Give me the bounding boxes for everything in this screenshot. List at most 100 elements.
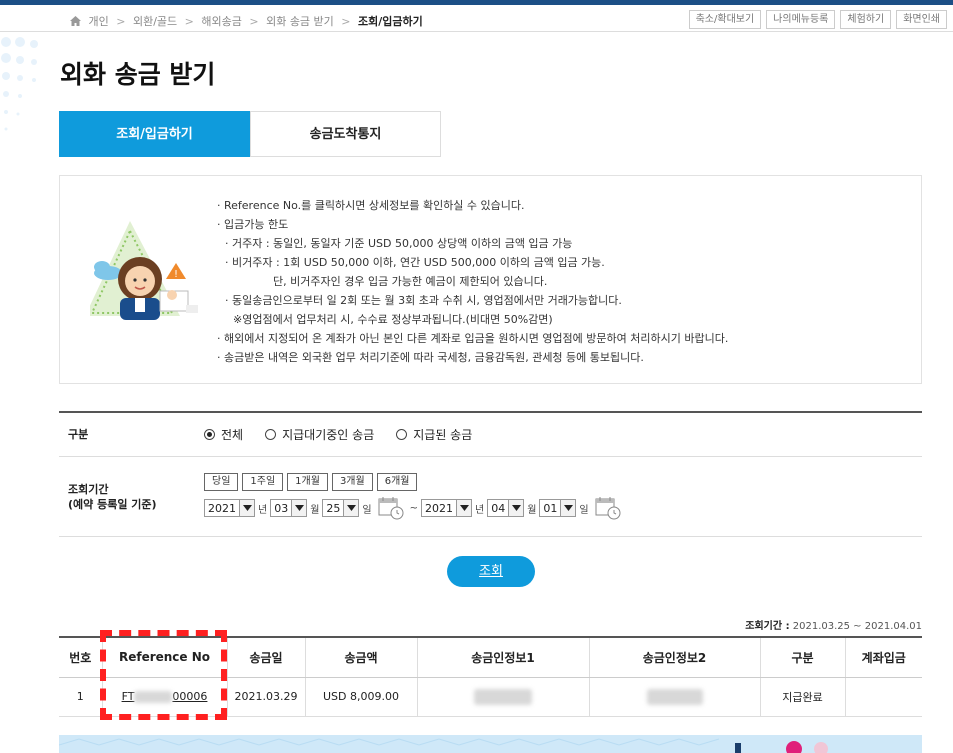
to-month-value: 04: [491, 501, 506, 515]
unit-month: 월: [527, 504, 537, 516]
notice-item: ※영업점에서 업무처리 시, 수수료 정상부과됩니다.(비대면 50%감면): [233, 313, 553, 326]
quick-1week-button[interactable]: 1주일: [242, 473, 284, 491]
breadcrumb-separator: >: [249, 15, 259, 28]
add-my-menu-button[interactable]: 나의메뉴등록: [766, 10, 836, 29]
notice-item: 단, 비거주자인 경우 입금 가능한 예금이 제한되어 있습니다.: [273, 275, 548, 288]
date-range: 2021 년 03 월 25 일 ~ 2021 년 04 월 01 일: [204, 496, 922, 520]
quick-period-buttons: 당일 1주일 1개월 3개월 6개월: [204, 473, 922, 491]
notice-item: · 거주자 : 동일인, 동일자 기준 USD 50,000 상당액 이하의 금…: [225, 237, 573, 250]
period-row: 조회기간 (예약 등록일 기준) 당일 1주일 1개월 3개월 6개월 2021…: [59, 457, 922, 537]
chevron-down-icon: [291, 500, 307, 516]
col-header-deposit: 계좌입금: [845, 636, 922, 678]
banner-pattern: [59, 738, 828, 753]
col-header-no: 번호: [59, 636, 103, 678]
unit-month: 월: [310, 504, 320, 516]
highlight-annotation: [100, 630, 227, 720]
breadcrumb-separator: >: [184, 15, 194, 28]
to-day-value: 01: [543, 501, 558, 515]
notice-item: · 입금가능 한도: [217, 218, 289, 231]
quick-3month-button[interactable]: 3개월: [331, 473, 373, 491]
to-day-select[interactable]: 01: [539, 499, 577, 517]
quick-6month-button[interactable]: 6개월: [376, 473, 418, 491]
redacted-sender-info2: [646, 688, 703, 705]
unit-day: 일: [579, 504, 589, 516]
radio-circle[interactable]: [265, 429, 277, 440]
promo-banner[interactable]: [59, 735, 922, 753]
page-title: 외화 송금 받기: [60, 60, 216, 89]
col-header-date: 송금일: [227, 636, 306, 678]
from-month-select[interactable]: 03: [270, 499, 308, 517]
type-label-text: 구분: [68, 428, 89, 441]
breadcrumb-item-personal[interactable]: 개인: [89, 15, 109, 28]
cell-status: 지급완료: [760, 677, 846, 717]
notice-item: · 송금받은 내역은 외국환 업무 처리기준에 따라 국세청, 금융감독원, 관…: [217, 351, 644, 364]
notice-box: ! · Reference No.를 클릭하시면 상세정보를 확인하실 수 있습…: [59, 175, 922, 384]
breadcrumb-separator: >: [341, 15, 351, 28]
cell-deposit: [845, 677, 922, 717]
chevron-down-icon: [508, 500, 524, 516]
period-label-line2: (예약 등록일 기준): [68, 497, 157, 511]
notice-item: · 비거주자 : 1회 USD 50,000 이하, 연간 USD 500,00…: [225, 256, 605, 269]
breadcrumb-current: 조회/입금하기: [358, 15, 423, 28]
chevron-down-icon: [239, 500, 254, 516]
unit-year: 년: [475, 504, 485, 516]
breadcrumb-item-overseas-remit[interactable]: 해외송금: [201, 15, 241, 28]
unit-day: 일: [362, 504, 372, 516]
col-header-status: 구분: [760, 636, 846, 678]
from-year-select[interactable]: 2021: [204, 499, 255, 517]
cell-amount: USD 8,009.00: [305, 677, 418, 717]
type-label: 구분: [59, 413, 194, 456]
search-form: 구분 전체 지급대기중인 송금 지급된 송금 조회기간 (예약 등록일 기준) …: [59, 411, 922, 537]
type-options: 전체 지급대기중인 송금 지급된 송금: [194, 413, 922, 456]
search-button[interactable]: 조회: [447, 556, 535, 587]
from-year-value: 2021: [208, 501, 236, 515]
cell-sender-info1: [417, 677, 590, 717]
tab-inquiry-deposit[interactable]: 조회/입금하기: [59, 111, 250, 157]
utility-buttons: 축소/확대보기 나의메뉴등록 체험하기 화면인쇄: [688, 10, 947, 29]
radio-circle-selected[interactable]: [204, 429, 215, 440]
breadcrumb-separator: >: [116, 15, 126, 28]
print-button[interactable]: 화면인쇄: [896, 10, 947, 29]
notice-item: · 동일송금인으로부터 일 2회 또는 월 3회 초과 수취 시, 영업점에서만…: [225, 294, 622, 307]
to-month-select[interactable]: 04: [487, 499, 525, 517]
result-period-label: 조회기간 :: [745, 621, 790, 632]
breadcrumb-item-receive-remit[interactable]: 외화 송금 받기: [266, 15, 334, 28]
col-header-sender-info2: 송금인정보2: [589, 636, 761, 678]
period-label-line1: 조회기간: [68, 482, 109, 496]
range-tilde: ~: [409, 502, 418, 514]
radio-all[interactable]: 전체: [204, 426, 243, 443]
demo-button[interactable]: 체험하기: [840, 10, 892, 29]
radio-circle[interactable]: [396, 429, 408, 440]
radio-paid[interactable]: 지급된 송금: [396, 426, 472, 443]
from-day-select[interactable]: 25: [322, 499, 360, 517]
breadcrumb-bar: 개인 > 외환/골드 > 해외송금 > 외화 송금 받기 > 조회/입금하기 축…: [0, 5, 953, 32]
calendar-icon[interactable]: [378, 496, 404, 520]
period-controls: 당일 1주일 1개월 3개월 6개월 2021 년 03 월 25 일 ~ 20…: [194, 457, 922, 536]
radio-all-label: 전체: [221, 428, 244, 442]
notice-list: · Reference No.를 클릭하시면 상세정보를 확인하실 수 있습니다…: [217, 196, 728, 367]
tab-bar: 조회/입금하기 송금도착통지: [59, 111, 441, 157]
cell-sender-info2: [589, 677, 761, 717]
col-header-sender-info1: 송금인정보1: [417, 636, 590, 678]
type-row: 구분 전체 지급대기중인 송금 지급된 송금: [59, 413, 922, 457]
cell-no: 1: [59, 677, 103, 717]
redacted-sender-info1: [474, 688, 532, 705]
decorative-dots: [1, 37, 38, 131]
tab-arrival-notice[interactable]: 송금도착통지: [250, 111, 441, 157]
quick-today-button[interactable]: 당일: [204, 473, 239, 491]
chevron-down-icon: [560, 500, 576, 516]
calendar-icon[interactable]: [595, 496, 621, 520]
svg-text:!: !: [174, 269, 178, 280]
quick-1month-button[interactable]: 1개월: [287, 473, 328, 491]
from-day-value: 25: [326, 501, 341, 515]
breadcrumb-item-fx-gold[interactable]: 외환/골드: [133, 15, 177, 28]
from-month-value: 03: [274, 501, 289, 515]
radio-pending[interactable]: 지급대기중인 송금: [265, 426, 374, 443]
result-period: 조회기간 : 2021.03.25 ~ 2021.04.01: [745, 617, 922, 632]
period-label: 조회기간 (예약 등록일 기준): [59, 457, 194, 536]
to-year-select[interactable]: 2021: [421, 499, 472, 517]
cell-date: 2021.03.29: [227, 677, 306, 717]
col-header-amount: 송금액: [305, 636, 418, 678]
zoom-button[interactable]: 축소/확대보기: [688, 10, 762, 29]
home-icon[interactable]: [70, 16, 81, 26]
